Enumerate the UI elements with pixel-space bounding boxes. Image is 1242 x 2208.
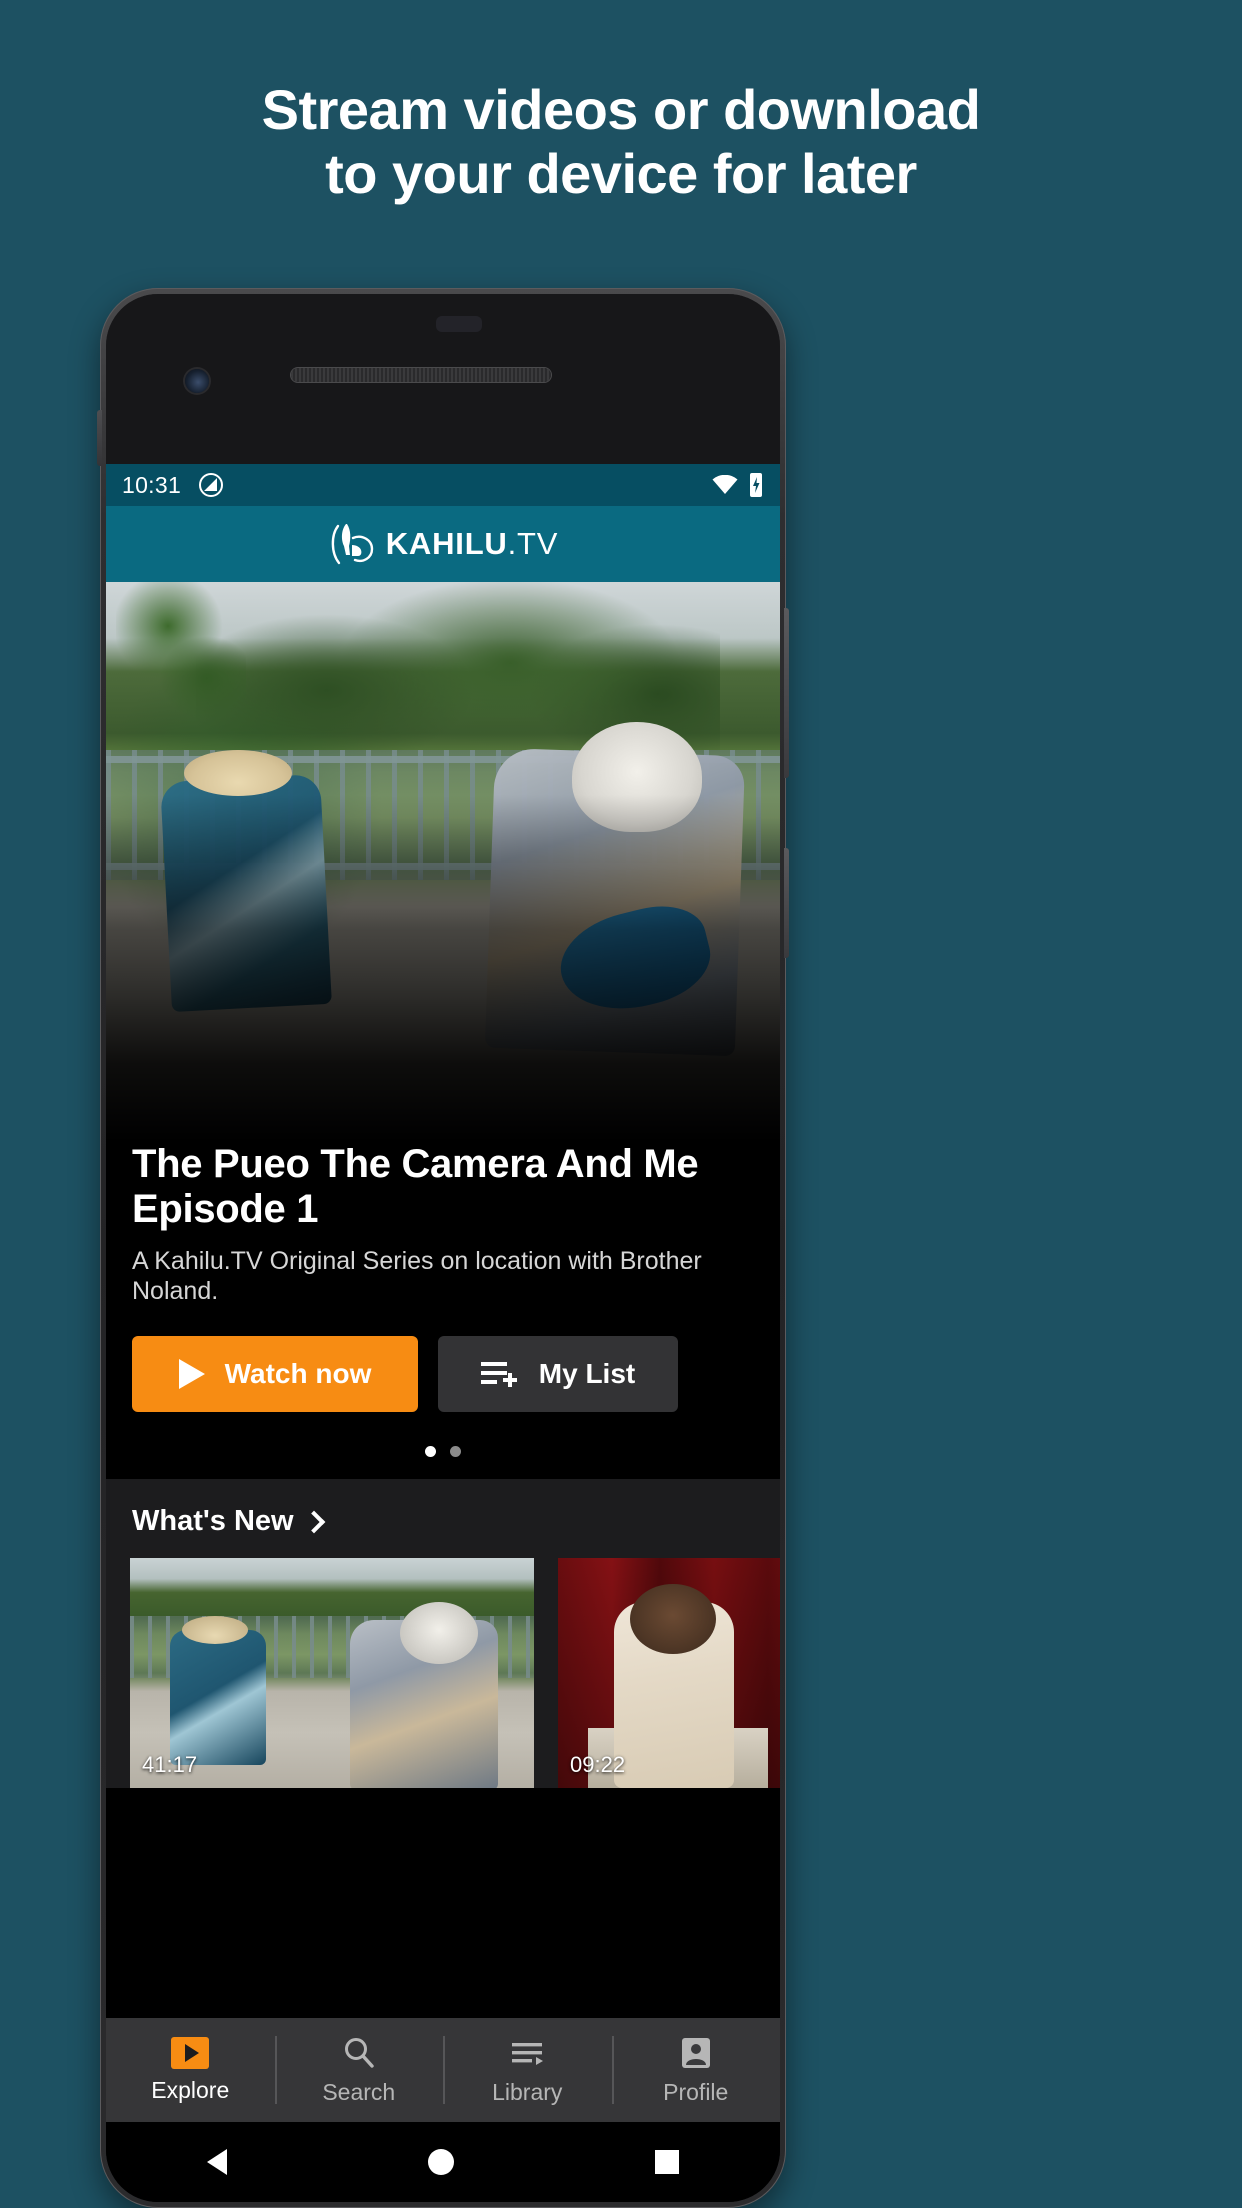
video-card[interactable]: 09:22	[558, 1558, 780, 1789]
brand-logo-text: KAHILU.TV	[386, 526, 559, 562]
phone-top-bezel	[106, 294, 780, 464]
my-list-label: My List	[538, 1358, 636, 1390]
hero-title-line-2: Episode 1	[132, 1187, 319, 1232]
nav-label-library: Library	[492, 2078, 563, 2105]
whats-new-section: What's New 41:17 09:22	[106, 1479, 780, 1789]
card-person-hair	[630, 1584, 716, 1655]
status-bar-icons	[712, 473, 764, 497]
recents-square-icon[interactable]	[655, 2150, 680, 2174]
play-icon	[178, 1359, 205, 1390]
earpiece-speaker-icon	[291, 368, 551, 382]
my-list-button[interactable]: My List	[438, 1336, 678, 1413]
explore-play-icon	[171, 2036, 210, 2069]
library-icon	[512, 2042, 544, 2065]
nav-item-explore[interactable]: Explore	[106, 2018, 275, 2122]
hero-action-buttons: Watch now My List	[132, 1336, 754, 1413]
nav-item-search[interactable]: Search	[274, 2018, 444, 2122]
chevron-right-icon[interactable]	[302, 1510, 325, 1534]
search-icon	[344, 2037, 374, 2068]
profile-icon	[681, 2037, 710, 2068]
video-duration-badge: 41:17	[142, 1752, 198, 1778]
nav-item-profile[interactable]: Profile	[611, 2018, 781, 2122]
android-system-nav	[106, 2122, 780, 2202]
nav-label-search: Search	[322, 2078, 396, 2105]
phone-screen-area: 10:31 KAHILU.TV The Pueo The Camera And …	[106, 294, 780, 2202]
hero-info-block: The Pueo The Camera And Me Episode 1 A K…	[106, 1142, 780, 1480]
home-circle-icon[interactable]	[427, 2149, 454, 2175]
brand-logo[interactable]: KAHILU.TV	[328, 522, 559, 566]
hero-title-line-1: The Pueo The Camera And Me	[132, 1142, 699, 1186]
nav-item-library[interactable]: Library	[443, 2018, 612, 2122]
front-camera-icon	[185, 369, 209, 393]
hero-subtitle: A Kahilu.TV Original Series on location …	[132, 1247, 702, 1306]
card-person-right-hair	[400, 1602, 478, 1665]
brand-suffix: .TV	[507, 526, 559, 561]
app-header-bar: KAHILU.TV	[106, 506, 780, 582]
promo-headline-line-2: to your device for later	[325, 141, 917, 205]
brand-name: KAHILU	[385, 526, 508, 561]
volume-button[interactable]	[784, 608, 789, 778]
rotation-lock-icon	[199, 473, 224, 497]
pager-dot-2[interactable]	[450, 1446, 461, 1458]
status-bar-time: 10:31	[122, 471, 182, 498]
power-button[interactable]	[784, 848, 789, 958]
back-triangle-icon[interactable]	[206, 2149, 227, 2175]
whats-new-header[interactable]: What's New	[106, 1505, 780, 1558]
watch-now-label: Watch now	[224, 1358, 372, 1390]
promo-headline: Stream videos or download to your device…	[0, 78, 1242, 206]
promo-headline-line-1: Stream videos or download	[261, 78, 981, 141]
pager-dot-1[interactable]	[425, 1446, 436, 1458]
status-bar: 10:31	[106, 464, 780, 506]
phone-device-frame: 10:31 KAHILU.TV The Pueo The Camera And …	[97, 288, 789, 2208]
app-screen: 10:31 KAHILU.TV The Pueo The Camera And …	[106, 464, 780, 2202]
bottom-navigation-bar: Explore Search Library Profile	[106, 2018, 780, 2122]
kahilu-logo-icon	[331, 524, 373, 565]
hero-pager-dots[interactable]	[132, 1412, 754, 1480]
hero-title: The Pueo The Camera And Me Episode 1	[132, 1142, 754, 1232]
watch-now-button[interactable]: Watch now	[132, 1336, 418, 1413]
video-card[interactable]: 41:17	[130, 1558, 534, 1789]
nav-label-explore: Explore	[151, 2076, 230, 2103]
sensor-icon	[436, 316, 482, 332]
hero-gradient-scrim	[106, 582, 780, 1142]
wifi-icon	[712, 475, 738, 494]
nav-label-profile: Profile	[663, 2078, 729, 2105]
whats-new-title: What's New	[132, 1505, 294, 1538]
card-person-left	[170, 1630, 266, 1766]
whats-new-card-list[interactable]: 41:17 09:22	[106, 1558, 780, 1789]
video-duration-badge: 09:22	[570, 1752, 626, 1778]
add-to-list-icon	[480, 1362, 517, 1388]
battery-charging-icon	[750, 473, 762, 497]
sim-tray	[97, 410, 102, 466]
hero-carousel[interactable]	[106, 582, 780, 1142]
